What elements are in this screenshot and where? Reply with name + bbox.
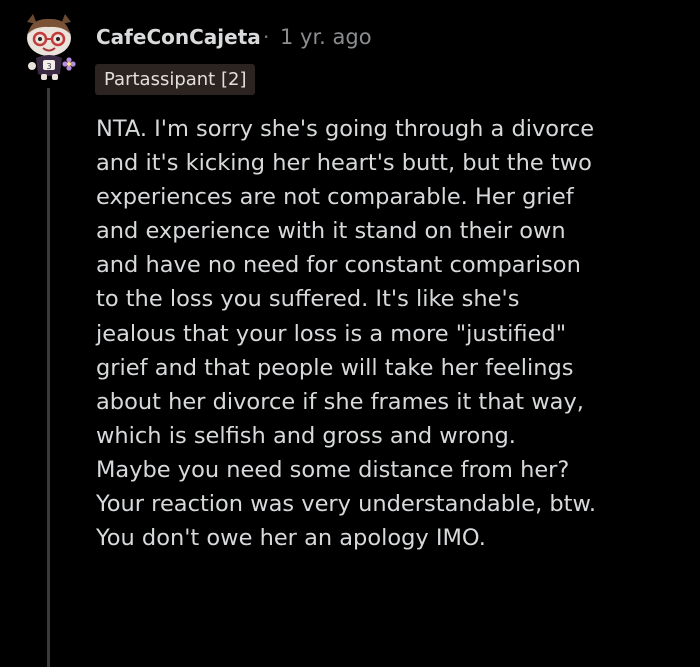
thread-line[interactable] <box>47 88 50 667</box>
comment-body-line: NTA. I'm sorry she's going through a div… <box>96 116 595 142</box>
svg-text:3: 3 <box>46 62 51 71</box>
meta-separator: · <box>263 25 270 49</box>
comment-body-line: experiences are not comparable. Her grie… <box>96 184 574 211</box>
comment-body-line: grief and that people will take her feel… <box>96 354 574 381</box>
user-flair: Partassipant [2] <box>95 64 256 95</box>
comment-body-line: Your reaction was very understandable, b… <box>96 491 596 518</box>
comment: 3 CafeConCajeta · 1 yr. ago Partassipant… <box>0 0 700 667</box>
snoo-avatar-icon[interactable]: 3 <box>19 12 79 82</box>
comment-body: NTA. I'm sorry she's going through a div… <box>96 112 692 555</box>
comment-body-line: and have no need for constant comparison <box>96 252 581 279</box>
comment-timestamp[interactable]: 1 yr. ago <box>280 23 372 51</box>
comment-body-line: You don't owe her an apology IMO. <box>96 525 486 552</box>
comment-body-line: which is selfish and gross and wrong. <box>96 422 516 449</box>
comment-body-line: to the loss you suffered. It's like she'… <box>96 286 520 313</box>
comment-body-line: about her divorce if she frames it that … <box>96 388 584 415</box>
comment-body-line: and experience with it stand on their ow… <box>96 218 566 245</box>
comment-body-line: and it's kicking her heart's butt, but t… <box>96 150 592 177</box>
comment-body-line: Maybe you need some distance from her? <box>96 456 570 483</box>
comment-body-line: jealous that your loss is a more "justif… <box>96 320 567 347</box>
username-link[interactable]: CafeConCajeta <box>96 23 261 51</box>
